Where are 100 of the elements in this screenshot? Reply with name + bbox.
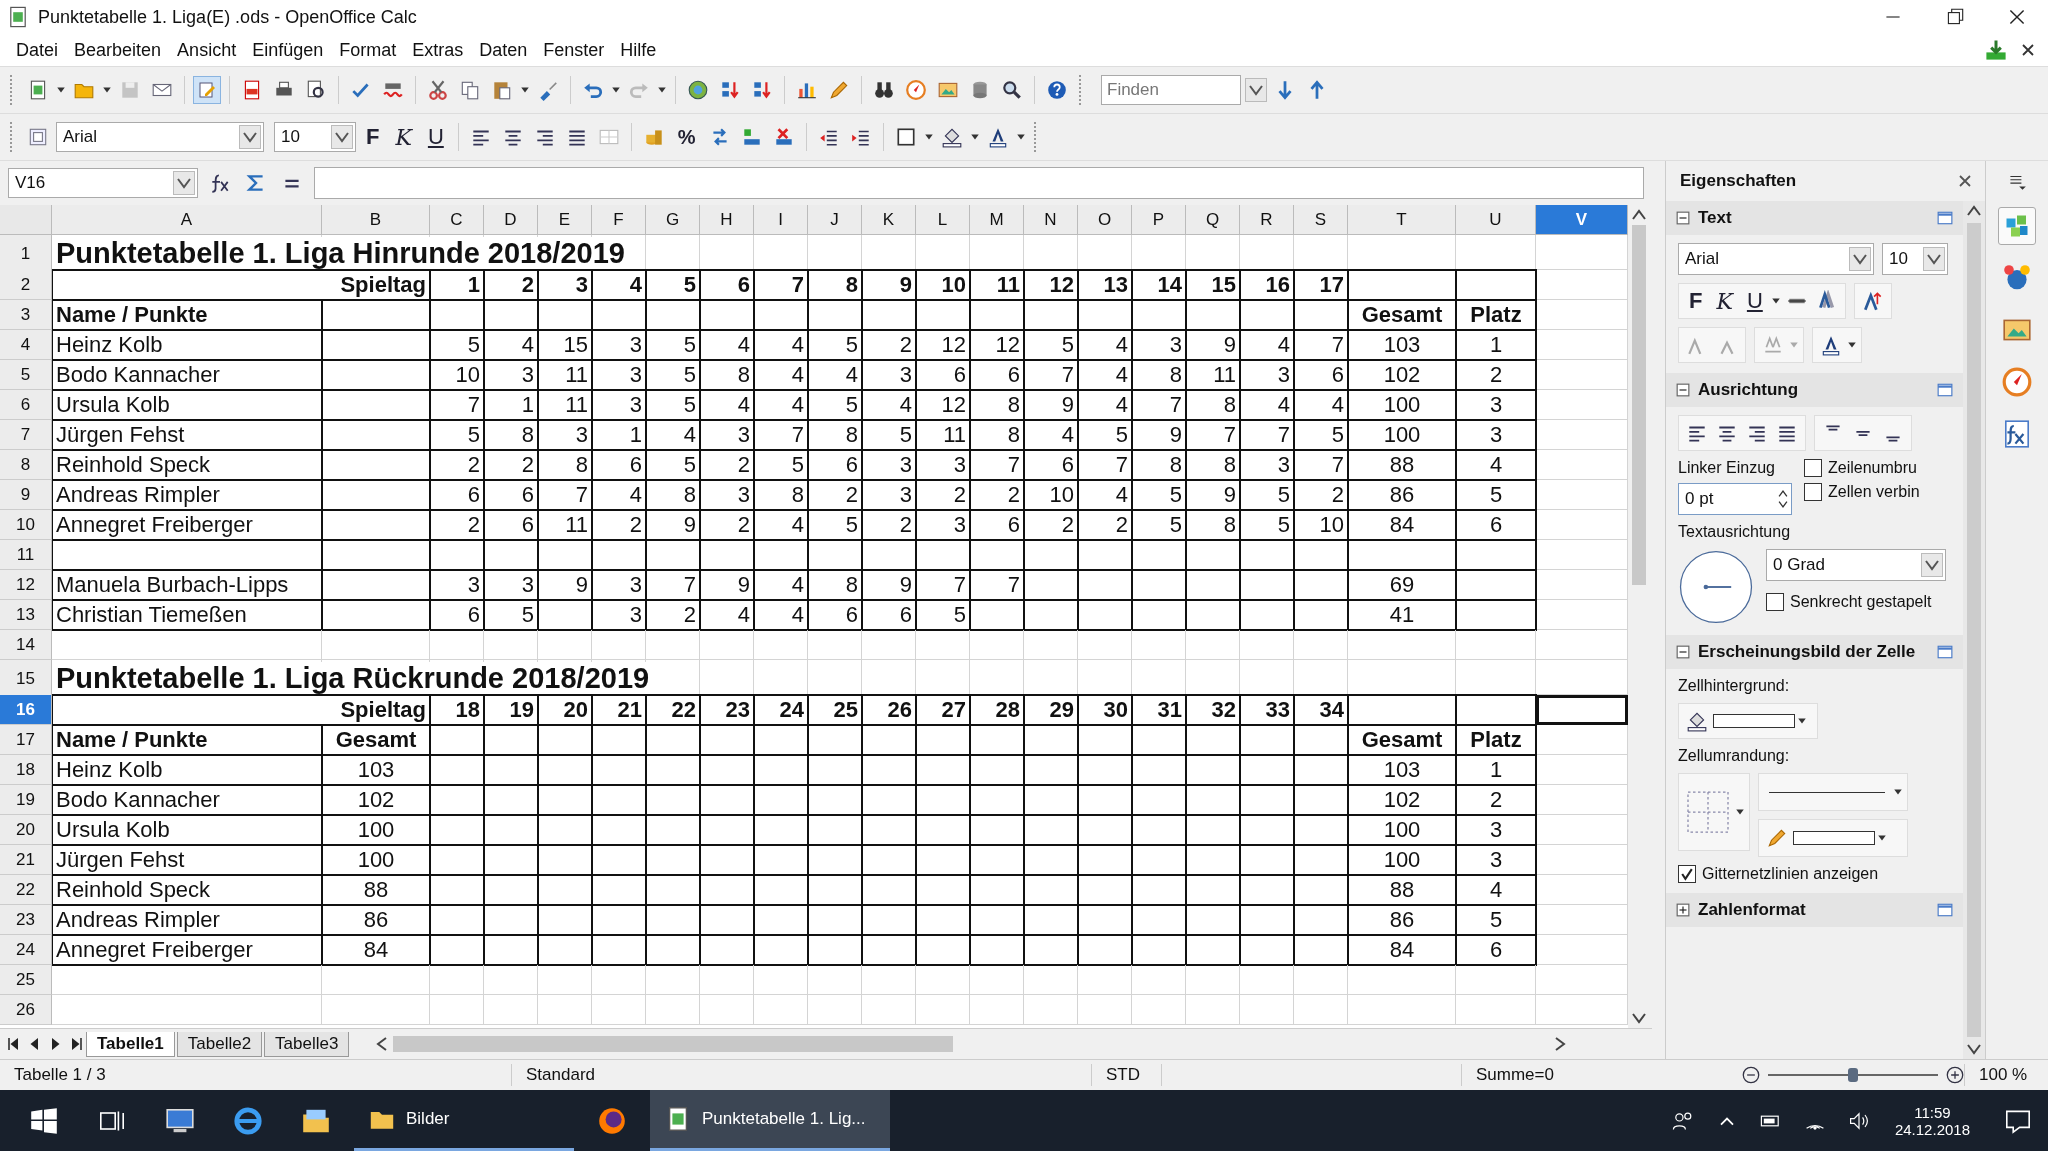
row-header[interactable]: 24 bbox=[0, 935, 52, 965]
row-header[interactable]: 4 bbox=[0, 330, 52, 360]
name-box[interactable]: V16 bbox=[8, 168, 198, 198]
selected-cell[interactable] bbox=[1536, 695, 1628, 725]
row-header[interactable]: 23 bbox=[0, 905, 52, 935]
chevron-down-icon[interactable] bbox=[1921, 553, 1943, 577]
checkmark-icon[interactable] bbox=[1679, 866, 1695, 882]
clock[interactable]: 11:59 24.12.2018 bbox=[1894, 1103, 1970, 1138]
column-header[interactable]: B bbox=[322, 205, 430, 235]
chevron-down-icon[interactable] bbox=[173, 171, 195, 195]
caret-icon[interactable] bbox=[611, 85, 621, 95]
column-header[interactable]: J bbox=[808, 205, 862, 235]
caret-icon[interactable] bbox=[1015, 132, 1026, 142]
menu-item[interactable]: Einfügen bbox=[244, 39, 332, 61]
indent-field[interactable]: 0 pt bbox=[1678, 483, 1792, 515]
row-header[interactable]: 13 bbox=[0, 600, 52, 630]
text-style-button[interactable]: U bbox=[421, 124, 450, 150]
caret-icon[interactable] bbox=[56, 85, 66, 95]
properties-cubes-icon[interactable] bbox=[1998, 207, 2037, 245]
row-header[interactable]: 3 bbox=[0, 300, 52, 330]
section-title[interactable]: Ausrichtung bbox=[1698, 380, 1799, 400]
row-header[interactable]: 10 bbox=[0, 510, 52, 540]
caret-icon[interactable] bbox=[1877, 833, 1887, 843]
section-title[interactable]: Text bbox=[1698, 208, 1732, 228]
sidebar-scrollbar[interactable] bbox=[1963, 201, 1986, 1059]
sheet-tab[interactable]: Tabelle2 bbox=[176, 1032, 263, 1057]
color-swatch[interactable] bbox=[1713, 714, 1795, 728]
column-header[interactable]: C bbox=[430, 205, 484, 235]
text-style-button[interactable]: U bbox=[1740, 288, 1769, 314]
sheet-tab[interactable]: Tabelle3 bbox=[264, 1032, 350, 1057]
font-name-dropdown[interactable]: Arial bbox=[1678, 243, 1874, 275]
row-header[interactable]: 11 bbox=[0, 540, 52, 570]
section-toggle-icon[interactable] bbox=[1676, 383, 1690, 397]
more-options-icon[interactable] bbox=[1937, 211, 1954, 225]
caret-icon[interactable] bbox=[1893, 787, 1903, 797]
menu-item[interactable]: Daten bbox=[471, 39, 536, 61]
menu-item[interactable]: Fenster bbox=[535, 39, 613, 61]
chevron-down-icon[interactable] bbox=[239, 125, 261, 149]
edit-document-icon[interactable] bbox=[193, 76, 221, 104]
column-header[interactable]: O bbox=[1078, 205, 1132, 235]
column-header[interactable]: P bbox=[1132, 205, 1186, 235]
column-header[interactable]: M bbox=[970, 205, 1024, 235]
row-header[interactable]: 2 bbox=[0, 270, 52, 300]
column-header[interactable]: D bbox=[484, 205, 538, 235]
column-header[interactable]: A bbox=[52, 205, 322, 235]
stacked-checkbox[interactable]: Senkrecht gestapelt bbox=[1766, 593, 1946, 611]
column-header[interactable]: U bbox=[1456, 205, 1536, 235]
column-header[interactable]: F bbox=[592, 205, 646, 235]
column-header[interactable]: H bbox=[700, 205, 754, 235]
caret-icon[interactable] bbox=[1770, 296, 1781, 306]
chevron-down-icon[interactable] bbox=[1245, 78, 1267, 102]
caret-icon[interactable] bbox=[1847, 340, 1857, 350]
section-toggle-icon[interactable] bbox=[1676, 211, 1690, 225]
zoom-in-icon[interactable] bbox=[1946, 1066, 1964, 1084]
section-toggle-icon[interactable] bbox=[1676, 903, 1690, 917]
column-header[interactable]: R bbox=[1240, 205, 1294, 235]
sheet-tab[interactable]: Tabelle1 bbox=[86, 1032, 175, 1057]
menu-item[interactable]: Extras bbox=[404, 39, 472, 61]
line-style-sample[interactable] bbox=[1769, 791, 1885, 793]
caret-icon[interactable] bbox=[923, 132, 934, 142]
column-header[interactable]: S bbox=[1294, 205, 1348, 235]
text-style-button[interactable]: K bbox=[389, 124, 418, 150]
row-header[interactable]: 22 bbox=[0, 875, 52, 905]
row-header[interactable]: 26 bbox=[0, 995, 52, 1025]
zoom-out-icon[interactable] bbox=[1742, 1066, 1760, 1084]
row-header[interactable]: 7 bbox=[0, 420, 52, 450]
download-icon[interactable] bbox=[1984, 38, 2008, 62]
row-header[interactable]: 8 bbox=[0, 450, 52, 480]
column-header[interactable]: I bbox=[754, 205, 808, 235]
browser-e-icon[interactable] bbox=[232, 1104, 264, 1137]
caret-icon[interactable] bbox=[520, 85, 530, 95]
taskbar-item[interactable]: Punktetabelle 1. Lig... bbox=[650, 1090, 890, 1151]
gridlines-checkbox[interactable]: Gitternetzlinien anzeigen bbox=[1678, 865, 1954, 883]
chevron-down-icon[interactable] bbox=[1923, 247, 1945, 271]
text-style-button[interactable]: F bbox=[360, 124, 386, 150]
row-header[interactable]: 18 bbox=[0, 755, 52, 785]
column-header[interactable]: V bbox=[1536, 205, 1628, 235]
rotation-dial-icon[interactable] bbox=[1678, 549, 1754, 625]
section-toggle-icon[interactable] bbox=[1676, 645, 1690, 659]
angle-dropdown[interactable]: 0 Grad bbox=[1766, 549, 1946, 581]
row-header[interactable]: 12 bbox=[0, 570, 52, 600]
row-header[interactable]: 16 bbox=[0, 695, 52, 725]
column-header[interactable]: Q bbox=[1186, 205, 1240, 235]
column-header[interactable]: G bbox=[646, 205, 700, 235]
more-options-icon[interactable] bbox=[1937, 645, 1954, 659]
menu-item[interactable]: Bearbeiten bbox=[66, 39, 170, 61]
column-header[interactable]: K bbox=[862, 205, 916, 235]
row-header[interactable]: 20 bbox=[0, 815, 52, 845]
text-style-button[interactable]: K bbox=[1710, 288, 1739, 314]
row-header[interactable]: 19 bbox=[0, 785, 52, 815]
column-header[interactable]: N bbox=[1024, 205, 1078, 235]
menu-item[interactable]: Format bbox=[331, 39, 405, 61]
wrap-text-checkbox[interactable]: Zeilenumbru bbox=[1804, 459, 1920, 477]
row-header[interactable]: 9 bbox=[0, 480, 52, 510]
chevron-down-icon[interactable] bbox=[331, 125, 353, 149]
caret-icon[interactable] bbox=[1797, 716, 1807, 726]
taskbar-item[interactable]: Bilder bbox=[354, 1090, 574, 1151]
menu-item[interactable]: Ansicht bbox=[169, 39, 245, 61]
merge-cells-checkbox[interactable]: Zellen verbin bbox=[1804, 483, 1920, 501]
caret-icon[interactable] bbox=[969, 132, 980, 142]
